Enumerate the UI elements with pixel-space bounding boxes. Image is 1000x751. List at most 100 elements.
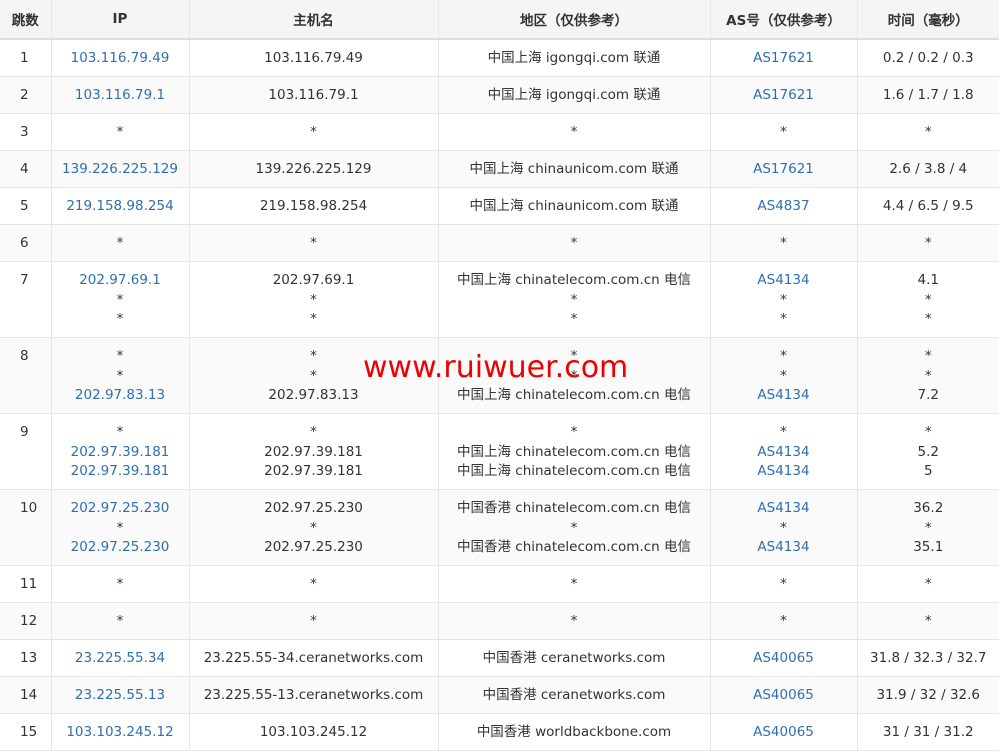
table-row: 10 202.97.25.230 * 202.97.25.230 202.97.25.2… [0,489,999,566]
hostname-value: 202.97.39.181 [264,463,363,479]
hop-cell: 5 [0,187,52,225]
as-link[interactable]: AS40065 [711,723,857,743]
ip-link[interactable]: 202.97.39.181 [52,443,189,463]
ip-cell: * [51,224,190,262]
ip-value: * [116,291,124,308]
time-cell: 4.4 / 6.5 / 9.5 [857,187,999,225]
as-link[interactable]: AS17621 [711,160,857,180]
as-cell: AS4134 * AS4134 [710,489,858,566]
hostname-value: * [310,424,317,440]
as-link[interactable]: AS4134 [711,386,857,406]
time-value: * [924,311,932,327]
region-value: * [570,519,578,536]
ip-link[interactable]: 202.97.39.181 [52,462,189,482]
hostname-cell: 219.158.98.254 [189,187,439,225]
hop-cell: 2 [0,76,52,114]
region-value: * [570,124,578,140]
as-link[interactable]: AS17621 [711,86,857,106]
as-link[interactable]: AS17621 [711,49,857,69]
ip-link[interactable]: 103.116.79.49 [52,49,189,69]
ip-cell: * [51,565,190,603]
ip-link[interactable]: 139.226.225.129 [52,160,189,180]
hop-cell: 4 [0,150,52,188]
as-link[interactable]: AS4134 [711,462,857,482]
as-value: * [780,235,787,251]
table-header-row: 跳数 IP 主机名 地区（仅供参考） AS号（仅供参考） 时间（毫秒） [0,0,999,40]
region-value: * [570,348,578,364]
region-cell: * [438,224,711,262]
ip-link[interactable]: 202.97.83.13 [52,386,189,406]
time-value: 36.2 [913,500,944,516]
region-value: * [570,613,578,629]
hostname-value: 139.226.225.129 [255,161,372,177]
hostname-value: * [310,311,317,327]
as-cell: * * AS4134 [710,337,858,414]
region-value: 中国上海 igongqi.com 联通 [487,87,661,103]
ip-link[interactable]: 103.116.79.1 [52,86,189,106]
time-value: * [924,576,932,592]
as-link[interactable]: AS40065 [711,649,857,669]
ip-value: * [116,519,124,536]
hop-cell: 1 [0,39,52,77]
hop-cell: 13 [0,639,52,677]
hop-cell: 12 [0,602,52,640]
ip-link[interactable]: 202.97.69.1 [52,271,189,291]
time-value: 31.9 / 32 / 32.6 [876,687,981,703]
ip-value: * [116,613,124,629]
header-hostname: 主机名 [189,0,439,40]
hostname-cell: 103.116.79.49 [189,39,439,77]
ip-cell: * 202.97.39.181 202.97.39.181 [51,413,190,490]
hostname-value: * [310,519,317,536]
region-value: * [570,424,578,440]
region-cell: * [438,113,711,151]
as-value: * [780,348,787,364]
hostname-cell: * [189,602,439,640]
ip-cell: 202.97.25.230 * 202.97.25.230 [51,489,190,566]
ip-link[interactable]: 202.97.25.230 [52,538,189,558]
hop-cell: 11 [0,565,52,603]
region-value: 中国上海 chinaunicom.com 联通 [469,161,679,177]
as-value: * [780,124,787,140]
time-value: 35.1 [913,539,944,555]
table-row: 15 103.103.245.12 103.103.245.12 中国香港 world… [0,713,999,751]
as-cell: * [710,602,858,640]
hostname-value: 219.158.98.254 [259,198,368,214]
as-value: * [780,424,787,440]
as-link[interactable]: AS4837 [711,197,857,217]
hostname-value: 202.97.83.13 [268,387,359,403]
as-value: * [780,519,787,536]
as-link[interactable]: AS4134 [711,271,857,291]
ip-cell: 139.226.225.129 [51,150,190,188]
as-value: * [780,291,787,308]
ip-value: * [116,124,124,140]
hop-cell: 6 [0,224,52,262]
ip-link[interactable]: 219.158.98.254 [52,197,189,217]
region-cell: * [438,602,711,640]
region-cell: 中国上海 chinaunicom.com 联通 [438,150,711,188]
header-as: AS号（仅供参考） [710,0,858,40]
as-link[interactable]: AS40065 [711,686,857,706]
ip-link[interactable]: 23.225.55.13 [52,686,189,706]
ip-value: * [116,367,124,384]
ip-link[interactable]: 202.97.25.230 [52,499,189,519]
header-region: 地区（仅供参考） [438,0,711,40]
time-value: 31 / 31 / 31.2 [882,724,974,740]
hop-cell: 8 [0,337,52,414]
region-value: * [570,576,578,592]
region-cell: 中国香港 ceranetworks.com [438,676,711,714]
hostname-cell: 23.225.55-13.ceranetworks.com [189,676,439,714]
region-cell: * * 中国上海 chinatelecom.com.cn 电信 [438,337,711,414]
region-value: 中国上海 chinatelecom.com.cn 电信 [456,463,692,479]
hop-cell: 10 [0,489,52,566]
hop-cell: 9 [0,413,52,490]
region-value: 中国香港 worldbackbone.com [476,724,672,740]
region-value: 中国上海 igongqi.com 联通 [487,50,661,66]
ip-link[interactable]: 103.103.245.12 [52,723,189,743]
as-link[interactable]: AS4134 [711,538,857,558]
ip-link[interactable]: 23.225.55.34 [52,649,189,669]
hostname-value: * [310,291,317,308]
hostname-value: * [310,348,317,364]
as-link[interactable]: AS4134 [711,499,857,519]
as-link[interactable]: AS4134 [711,443,857,463]
region-value: 中国上海 chinaunicom.com 联通 [469,198,679,214]
